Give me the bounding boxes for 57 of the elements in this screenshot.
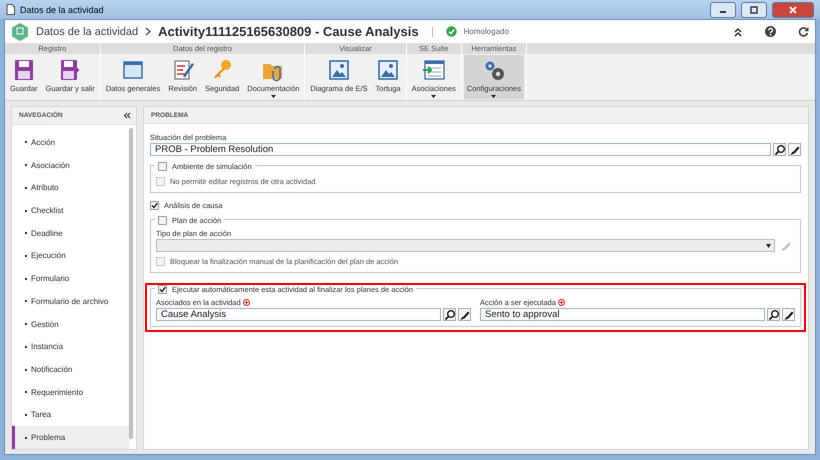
check-icon <box>159 286 166 292</box>
maximize-button[interactable] <box>741 2 767 18</box>
brush-icon <box>458 308 470 320</box>
search-button[interactable] <box>443 308 456 321</box>
maximize-icon <box>750 6 758 14</box>
nav-item[interactable]: Requerimiento <box>12 380 129 404</box>
clear-button[interactable] <box>458 308 471 321</box>
window-title: Datos de la actividad <box>20 4 104 14</box>
nav-item[interactable]: Ejecución <box>12 244 129 268</box>
minimize-button[interactable] <box>710 2 736 18</box>
search-icon <box>444 308 456 320</box>
activity-title: Activity111125165630809 - Cause Analysis <box>158 24 419 39</box>
text-field[interactable]: Sento to approval <box>480 308 765 321</box>
chevron-right-icon <box>145 27 152 36</box>
caret-down-icon <box>766 244 771 248</box>
picture-icon <box>326 58 351 82</box>
search-button[interactable] <box>773 143 786 156</box>
checkbox[interactable] <box>158 284 167 294</box>
check-icon <box>151 202 158 208</box>
nav-item[interactable]: Formulario de archivo <box>12 290 129 313</box>
nav-item[interactable]: Gestión <box>12 312 129 336</box>
search-icon <box>774 144 786 156</box>
breadcrumb-link[interactable]: Datos de la actividad <box>36 26 138 38</box>
hexagon-logo-icon <box>11 22 29 40</box>
nav-item[interactable]: Deadline <box>12 222 129 245</box>
status-label: Homologado <box>464 27 509 36</box>
checkbox[interactable] <box>150 200 159 210</box>
nav-item[interactable]: Acción <box>12 131 129 154</box>
nav-item[interactable]: Notificación <box>12 358 129 381</box>
search-button[interactable] <box>767 308 780 321</box>
check-badge-icon <box>446 26 457 37</box>
clear-button[interactable] <box>782 308 795 321</box>
help-icon[interactable] <box>765 26 776 37</box>
nav-item[interactable]: Checklist <box>12 199 129 222</box>
brush-icon <box>782 308 794 320</box>
brush-icon <box>780 240 792 252</box>
brush-icon <box>788 144 800 156</box>
collapse-up-icon[interactable] <box>733 26 743 36</box>
close-icon <box>789 6 797 14</box>
scrollbar[interactable] <box>129 128 133 439</box>
nav-item[interactable]: Formulario <box>12 267 129 290</box>
text-field[interactable]: PROB - Problem Resolution <box>150 143 771 156</box>
nav-item[interactable]: Atributo <box>12 176 129 200</box>
close-button[interactable] <box>772 2 814 18</box>
nav-item[interactable]: Tarea <box>12 404 129 426</box>
document-icon <box>6 4 15 15</box>
nav-item[interactable]: Problema <box>12 426 129 449</box>
search-icon <box>768 308 780 320</box>
clear-button[interactable] <box>788 143 801 156</box>
refresh-icon[interactable] <box>798 26 809 37</box>
nav-item[interactable]: Asociación <box>12 154 129 176</box>
double-chevron-left-icon[interactable] <box>123 112 131 119</box>
picture-icon <box>376 58 400 82</box>
checkbox[interactable] <box>158 162 167 170</box>
text-field[interactable]: Cause Analysis <box>156 308 441 321</box>
nav-item[interactable]: Instancia <box>12 335 129 358</box>
checkbox[interactable] <box>158 216 167 224</box>
